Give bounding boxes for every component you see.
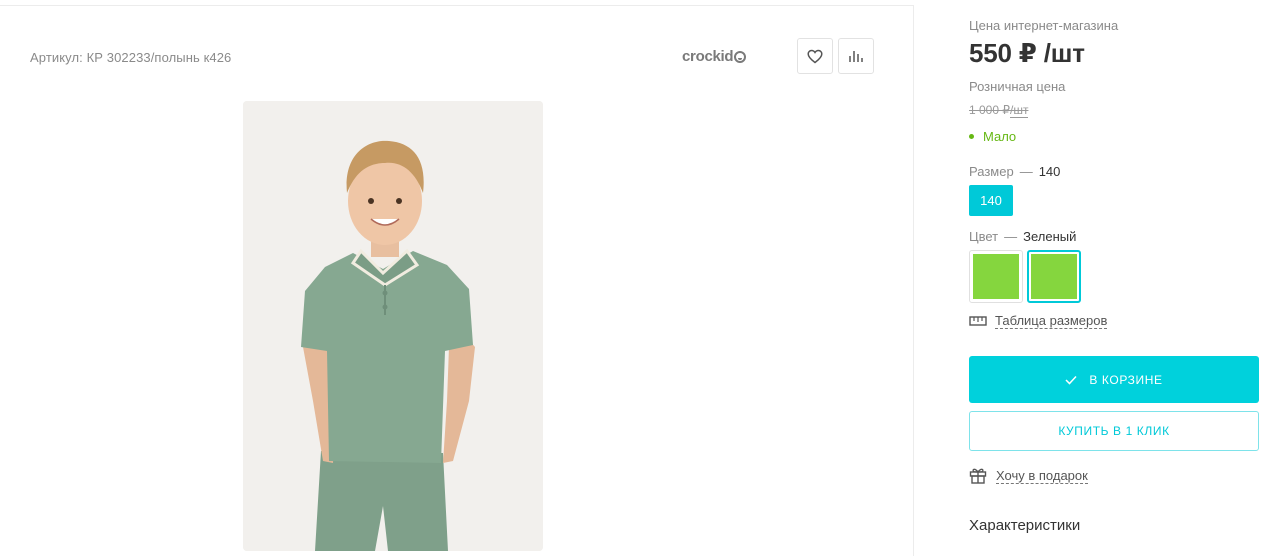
size-table-text: Таблица размеров bbox=[995, 313, 1108, 329]
color-swatch[interactable] bbox=[969, 250, 1023, 303]
product-gallery-card: Артикул: КР 302233/полынь к426 crockid bbox=[0, 5, 914, 556]
color-swatch-fill bbox=[973, 254, 1019, 299]
in-cart-button[interactable]: В КОРЗИНЕ bbox=[969, 356, 1259, 403]
product-sku: Артикул: КР 302233/полынь к426 bbox=[30, 50, 232, 65]
heart-icon bbox=[807, 49, 823, 63]
product-image bbox=[243, 101, 543, 551]
color-swatch-fill bbox=[1031, 254, 1077, 299]
brand-logo[interactable]: crockid bbox=[682, 48, 747, 65]
checkmark-icon bbox=[1065, 375, 1077, 385]
stock-dot-icon bbox=[969, 134, 974, 139]
in-cart-label: В КОРЗИНЕ bbox=[1089, 372, 1163, 387]
ruler-icon bbox=[969, 316, 987, 326]
size-selector-label: Размер — 140 bbox=[969, 164, 1060, 179]
product-photo[interactable] bbox=[243, 101, 543, 551]
color-swatch-selected[interactable] bbox=[1027, 250, 1081, 303]
online-price: 550 ₽ /шт bbox=[969, 38, 1085, 68]
size-label: Размер bbox=[969, 164, 1014, 179]
buy-one-click-button[interactable]: КУПИТЬ В 1 КЛИК bbox=[969, 411, 1259, 451]
characteristics-heading[interactable]: Характеристики bbox=[969, 517, 1080, 534]
color-label: Цвет bbox=[969, 229, 999, 244]
retail-price-value: 1 000 ₽ bbox=[969, 103, 1010, 117]
online-price-label: Цена интернет-магазина bbox=[969, 18, 1119, 33]
brand-name: crockid bbox=[682, 48, 734, 65]
size-selected-value: 140 bbox=[1038, 164, 1061, 179]
size-option-140[interactable]: 140 bbox=[969, 185, 1013, 216]
brand-mark-icon bbox=[734, 50, 747, 63]
stock-status-text: Мало bbox=[983, 129, 1017, 144]
gift-wish-link[interactable]: Хочу в подарок bbox=[969, 467, 1088, 484]
retail-price-unit: /шт bbox=[1010, 103, 1029, 118]
color-selector-label: Цвет — Зеленый bbox=[969, 229, 1076, 244]
add-to-compare-button[interactable] bbox=[838, 38, 874, 74]
bar-chart-icon bbox=[849, 51, 863, 62]
retail-price: 1 000 ₽/шт bbox=[969, 103, 1029, 118]
size-dash: — bbox=[1019, 164, 1033, 179]
color-dash: — bbox=[1004, 229, 1018, 244]
add-to-favorites-button[interactable] bbox=[797, 38, 833, 74]
size-table-link[interactable]: Таблица размеров bbox=[969, 313, 1108, 329]
retail-price-label: Розничная цена bbox=[969, 79, 1066, 94]
gift-wish-text: Хочу в подарок bbox=[996, 467, 1088, 484]
color-selected-value: Зеленый bbox=[1023, 229, 1077, 244]
gift-icon bbox=[969, 468, 987, 484]
stock-status: Мало bbox=[969, 129, 1016, 144]
